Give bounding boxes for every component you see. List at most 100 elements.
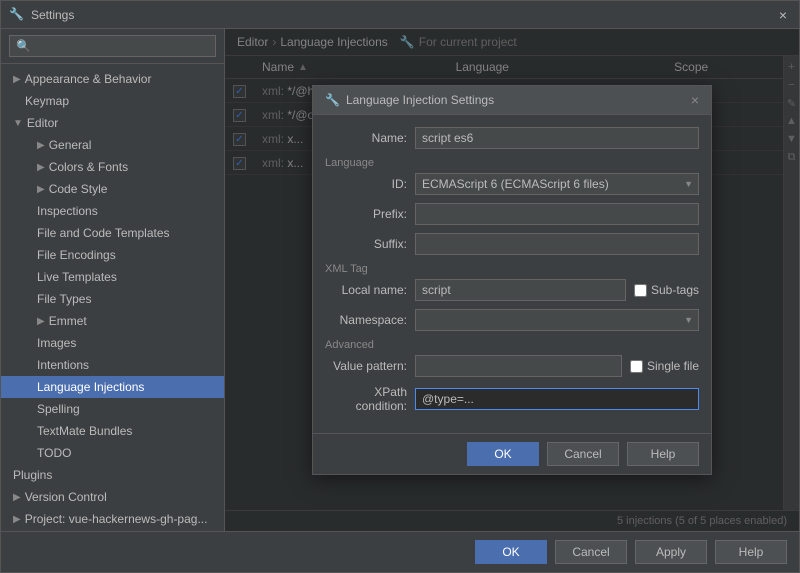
single-file-text: Single file [647,359,699,373]
xml-tag-section-label: XML Tag [325,263,699,275]
sidebar-item-live-templates[interactable]: Live Templates [1,266,224,288]
modal-close-button[interactable]: × [691,92,699,108]
sidebar-item-emmet[interactable]: ▶ Emmet [1,310,224,332]
namespace-select[interactable] [415,309,699,331]
bottom-bar: OK Cancel Apply Help [1,531,799,572]
id-control: ECMAScript 6 (ECMAScript 6 files) [415,173,699,195]
sidebar-item-general[interactable]: ▶ General [1,134,224,156]
sidebar-item-file-encodings[interactable]: File Encodings [1,244,224,266]
sidebar-item-label: Live Templates [37,270,117,284]
modal-ok-button[interactable]: OK [467,442,539,466]
app-icon: 🔧 [9,7,25,23]
local-name-label: Local name: [325,283,415,297]
sidebar-item-textmate[interactable]: TextMate Bundles [1,420,224,442]
sidebar-item-label: Plugins [13,468,52,482]
name-row: Name: [325,127,699,149]
sidebar-item-file-types[interactable]: File Types [1,288,224,310]
arrow-icon: ▶ [37,140,45,151]
sidebar-item-spelling[interactable]: Spelling [1,398,224,420]
modal-title-content: 🔧 Language Injection Settings [325,93,494,107]
sidebar-item-label: Spelling [37,402,80,416]
settings-window: 🔧 Settings × ▶ Appearance & Behavior Key… [0,0,800,573]
name-input[interactable] [415,127,699,149]
sidebar-item-label: File Encodings [37,248,116,262]
language-injection-modal: 🔧 Language Injection Settings × Name: [312,85,712,475]
arrow-icon: ▶ [13,74,21,85]
sub-tags-checkbox[interactable] [634,284,647,297]
namespace-label: Namespace: [325,313,415,327]
arrow-icon: ▶ [37,184,45,195]
modal-cancel-button[interactable]: Cancel [547,442,619,466]
modal-overlay: 🔧 Language Injection Settings × Name: [225,29,799,531]
sidebar-item-images[interactable]: Images [1,332,224,354]
sidebar-item-inspections[interactable]: Inspections [1,200,224,222]
xpath-control [415,388,699,410]
modal-help-button[interactable]: Help [627,442,699,466]
name-label: Name: [325,131,415,145]
sidebar-item-editor[interactable]: ▼ Editor [1,112,224,134]
modal-titlebar: 🔧 Language Injection Settings × [313,86,711,115]
namespace-control [415,309,699,331]
settings-tree: ▶ Appearance & Behavior Keymap ▼ Editor [1,64,224,531]
prefix-control [415,203,699,225]
xpath-row: XPath condition: [325,385,699,413]
search-container [1,29,224,64]
sidebar-item-language-injections[interactable]: Language Injections [1,376,224,398]
sidebar-item-plugins[interactable]: Plugins [1,464,224,486]
apply-button[interactable]: Apply [635,540,707,564]
cancel-button[interactable]: Cancel [555,540,627,564]
sidebar-item-label: Inspections [37,204,98,218]
titlebar: 🔧 Settings × [1,1,799,29]
right-panel: Editor › Language Injections 🔧 For curre… [225,29,799,531]
modal-footer: OK Cancel Help [313,433,711,474]
help-button[interactable]: Help [715,540,787,564]
single-file-label: Single file [630,359,699,373]
sidebar-item-label: Project: vue-hackernews-gh-pag... [25,512,208,526]
suffix-input[interactable] [415,233,699,255]
sidebar-item-label: Version Control [25,490,107,504]
suffix-row: Suffix: [325,233,699,255]
language-section-label: Language [325,157,699,169]
ok-button[interactable]: OK [475,540,547,564]
arrow-icon: ▶ [13,492,21,503]
xpath-label: XPath condition: [325,385,415,413]
prefix-row: Prefix: [325,203,699,225]
sidebar-item-colors-fonts[interactable]: ▶ Colors & Fonts [1,156,224,178]
sidebar-item-label: TextMate Bundles [37,424,132,438]
close-button[interactable]: × [775,7,791,23]
sidebar-item-label: TODO [37,446,71,460]
sidebar-item-label: Appearance & Behavior [25,72,152,86]
value-pattern-row: Value pattern: Single file [325,355,699,377]
window-title: Settings [31,8,775,22]
single-file-checkbox[interactable] [630,360,643,373]
prefix-input[interactable] [415,203,699,225]
sidebar-item-appearance[interactable]: ▶ Appearance & Behavior [1,68,224,90]
sidebar-item-file-code-templates[interactable]: File and Code Templates [1,222,224,244]
sidebar-item-label: Emmet [49,314,87,328]
sidebar-item-intentions[interactable]: Intentions [1,354,224,376]
sidebar-item-code-style[interactable]: ▶ Code Style [1,178,224,200]
sidebar-item-label: Editor [27,116,58,130]
sidebar-item-todo[interactable]: TODO [1,442,224,464]
search-input[interactable] [9,35,216,57]
value-pattern-input[interactable] [415,355,622,377]
sidebar-item-label: File Types [37,292,91,306]
id-row: ID: ECMAScript 6 (ECMAScript 6 files) [325,173,699,195]
modal-app-icon: 🔧 [325,93,340,107]
sidebar-item-project[interactable]: ▶ Project: vue-hackernews-gh-pag... [1,508,224,530]
local-name-input[interactable] [415,279,626,301]
sidebar-item-label: Keymap [25,94,69,108]
suffix-label: Suffix: [325,237,415,251]
sidebar-item-keymap[interactable]: Keymap [1,90,224,112]
id-select[interactable]: ECMAScript 6 (ECMAScript 6 files) [415,173,699,195]
sidebar-item-label: File and Code Templates [37,226,170,240]
sidebar: ▶ Appearance & Behavior Keymap ▼ Editor [1,29,225,531]
sidebar-item-label: Images [37,336,76,350]
local-name-control: Sub-tags [415,279,699,301]
arrow-icon: ▶ [37,162,45,173]
sidebar-item-version-control[interactable]: ▶ Version Control [1,486,224,508]
xpath-input[interactable] [415,388,699,410]
prefix-label: Prefix: [325,207,415,221]
suffix-control [415,233,699,255]
sidebar-item-label: Intentions [37,358,89,372]
